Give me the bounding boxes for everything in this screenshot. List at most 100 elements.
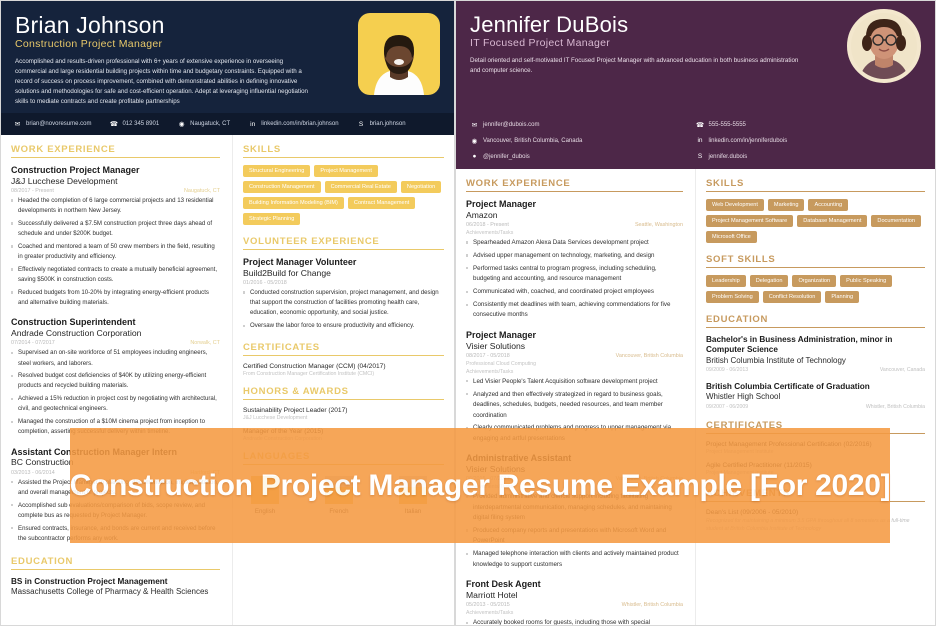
job-bullet: Managed telephone interaction with clien… bbox=[466, 549, 683, 570]
job-bullet: Effectively negotiated contracts to crea… bbox=[11, 265, 220, 285]
title-overlay-banner: Construction Project Manager Resume Exam… bbox=[69, 428, 891, 543]
portrait-illustration bbox=[859, 19, 909, 79]
section-title-honors-awards: HONORS & AWARDS bbox=[242, 386, 444, 401]
contact-item-linkedin[interactable]: in linkedin.com/in/brian.johnson bbox=[248, 120, 338, 129]
contact-linkedin-text: linkedin.com/in/jenniferdubois bbox=[708, 137, 788, 144]
contact-item-linkedin[interactable]: in linkedin.com/in/jenniferdubois bbox=[696, 136, 922, 145]
job-subheading: Achievements/Tasks bbox=[466, 368, 514, 375]
job-bullet: Performed tasks central to program progr… bbox=[466, 264, 683, 285]
volunteer-dates: 01/2016 - 05/2018 bbox=[242, 279, 287, 286]
skill-tag: Commercial Real Estate bbox=[324, 181, 397, 193]
section-title-education: EDUCATION bbox=[11, 556, 220, 571]
education-entry: Bachelor's in Business Administration, m… bbox=[706, 335, 925, 373]
linkedin-icon: in bbox=[250, 120, 256, 128]
contact-email-text: jennifer@dubois.com bbox=[483, 121, 540, 128]
skills-tag-list: Structural Engineering Project Managemen… bbox=[242, 165, 444, 225]
skill-tag: Project Management Software bbox=[706, 215, 794, 227]
job-bullet: Analyzed and then effectively strategize… bbox=[466, 390, 683, 421]
job-dates: 03/2013 - 06/2014 bbox=[11, 469, 55, 476]
volunteer-title: Project Manager Volunteer bbox=[242, 257, 357, 267]
job-dates: 07/2014 - 07/2017 bbox=[11, 340, 55, 347]
twitter-icon: ● bbox=[472, 153, 477, 160]
right-side-column: SKILLS Web Development Marketing Account… bbox=[695, 169, 935, 625]
contact-skype-text: jennifer.dubois bbox=[708, 153, 748, 160]
certificate-issuer: From Construction Manager Certification … bbox=[242, 371, 375, 378]
education-degree: Bachelor's in Business Administration, m… bbox=[706, 335, 893, 355]
right-contact-bar: ✉ jennifer@dubois.com ☎ 555-555-5555 ◉ V… bbox=[456, 113, 935, 169]
education-degree: British Columbia Certificate of Graduati… bbox=[706, 381, 870, 391]
job-organization: J&J Lucchese Development bbox=[11, 175, 118, 186]
skype-icon: S bbox=[697, 153, 703, 160]
contact-item-phone[interactable]: ☎ 012 345 8901 bbox=[109, 120, 159, 129]
skill-tag: Web Development bbox=[706, 199, 764, 211]
contact-item-phone[interactable]: ☎ 555-555-5555 bbox=[696, 120, 922, 129]
education-entry: BS in Construction Project Management Ma… bbox=[11, 577, 220, 598]
award-entry: Sustainability Project Leader (2017) J&J… bbox=[243, 407, 444, 421]
job-bullets: Supervised an on-site workforce of 51 em… bbox=[11, 348, 220, 437]
job-bullet: Consistently met deadlines with team, ac… bbox=[466, 300, 683, 321]
contact-location-text: Naugatuck, CT bbox=[190, 121, 231, 127]
left-candidate-summary: Accomplished and results-driven professi… bbox=[15, 58, 308, 106]
job-organization: Visier Solutions bbox=[466, 340, 526, 351]
right-main-column: WORK EXPERIENCE Project Manager Amazon 0… bbox=[456, 169, 695, 625]
linkedin-icon: in bbox=[697, 137, 703, 144]
job-bullets: Spearheaded Amazon Alexa Data Services d… bbox=[466, 238, 683, 321]
section-title-skills: SKILLS bbox=[242, 144, 444, 158]
portrait-illustration bbox=[374, 35, 424, 95]
volunteer-bullet: Oversaw the labor force to ensure produc… bbox=[242, 321, 444, 331]
job-bullet: Coached and mentored a team of 50 crew m… bbox=[11, 242, 220, 262]
skill-tag: Project Management bbox=[314, 165, 378, 177]
contact-email-text: brian@novoresume.com bbox=[26, 121, 92, 127]
contact-linkedin-text: linkedin.com/in/brian.johnson bbox=[261, 121, 339, 127]
job-organization: Andrade Construction Corporation bbox=[11, 328, 142, 339]
work-experience-entry: Project Manager Amazon 06/2018 - Present… bbox=[466, 199, 683, 321]
job-meta: 08/2017 - 05/2018 Vancouver, British Col… bbox=[466, 353, 683, 359]
job-title: Project Manager bbox=[466, 329, 537, 340]
skill-tag: Documentation bbox=[871, 215, 922, 227]
contact-item-skype[interactable]: S brian.johnson bbox=[357, 120, 406, 129]
job-meta: 07/2014 - 07/2017 Norwalk, CT bbox=[11, 340, 220, 346]
contact-item-email[interactable]: ✉ brian@novoresume.com bbox=[13, 120, 92, 129]
contact-phone-text: 012 345 8901 bbox=[122, 121, 160, 127]
contact-phone-text: 555-555-5555 bbox=[708, 121, 746, 128]
job-meta: 05/2013 - 05/2015 Whistler, British Colu… bbox=[466, 602, 683, 608]
skill-tag: Construction Management bbox=[242, 181, 321, 193]
education-dates: 09/2009 - 06/2013 bbox=[706, 366, 749, 373]
job-bullet: Supervised an on-site workforce of 51 em… bbox=[11, 348, 220, 368]
contact-item-location[interactable]: ◉ Naugatuck, CT bbox=[177, 120, 230, 129]
education-location: Whistler, British Columbia bbox=[865, 403, 925, 410]
education-dates: 09/2007 - 06/2009 bbox=[706, 403, 749, 410]
work-experience-entry: Front Desk Agent Marriott Hotel 05/2013 … bbox=[466, 579, 683, 625]
left-main-column: WORK EXPERIENCE Construction Project Man… bbox=[1, 135, 232, 625]
education-school: Whistler High School bbox=[706, 392, 781, 402]
skill-tag: Structural Engineering bbox=[242, 165, 311, 177]
contact-item-location[interactable]: ◉ Vancouver, British Columbia, Canada bbox=[470, 136, 696, 145]
overlay-title-text: Construction Project Manager Resume Exam… bbox=[69, 468, 891, 502]
job-title: Project Manager bbox=[466, 199, 537, 209]
soft-skill-tag: Public Speaking bbox=[840, 275, 893, 287]
right-candidate-summary: Detail oriented and self-motivated IT Fo… bbox=[470, 57, 799, 75]
section-title-work-experience: WORK EXPERIENCE bbox=[11, 144, 220, 158]
skill-tag: Database Management bbox=[797, 215, 868, 227]
job-subheading: Achievements/Tasks bbox=[466, 229, 514, 236]
skill-tag: Accounting bbox=[808, 199, 849, 211]
volunteer-bullets: Conducted construction supervision, proj… bbox=[242, 288, 444, 331]
job-bullet: Advised upper management on technology, … bbox=[466, 251, 683, 261]
section-title-education: EDUCATION bbox=[706, 314, 925, 328]
skype-icon: S bbox=[358, 120, 364, 128]
job-location: Vancouver, British Columbia bbox=[615, 352, 683, 359]
volunteer-entry: Project Manager Volunteer Build2Build fo… bbox=[242, 257, 444, 331]
contact-item-email[interactable]: ✉ jennifer@dubois.com bbox=[470, 120, 696, 129]
volunteer-bullet: Conducted construction supervision, proj… bbox=[242, 288, 444, 319]
work-experience-entry: Construction Project Manager J&J Lucches… bbox=[11, 165, 220, 308]
job-dates: 08/2017 - 05/2018 bbox=[466, 352, 510, 359]
contact-twitter-text: @jennifer_dubois bbox=[483, 153, 530, 160]
job-subheading: Achievements/Tasks bbox=[466, 610, 514, 616]
left-resume-columns: WORK EXPERIENCE Construction Project Man… bbox=[1, 135, 454, 625]
contact-item-twitter[interactable]: ● @jennifer_dubois bbox=[470, 152, 696, 161]
contact-item-skype[interactable]: S jennifer.dubois bbox=[696, 152, 922, 161]
job-bullet: Reduced budgets from 10-20% by integrati… bbox=[11, 288, 220, 308]
soft-skill-tag: Organization bbox=[792, 275, 837, 287]
skills-tag-list: Web Development Marketing Accounting Pro… bbox=[706, 199, 925, 243]
section-title-soft-skills: SOFT SKILLS bbox=[706, 254, 925, 268]
